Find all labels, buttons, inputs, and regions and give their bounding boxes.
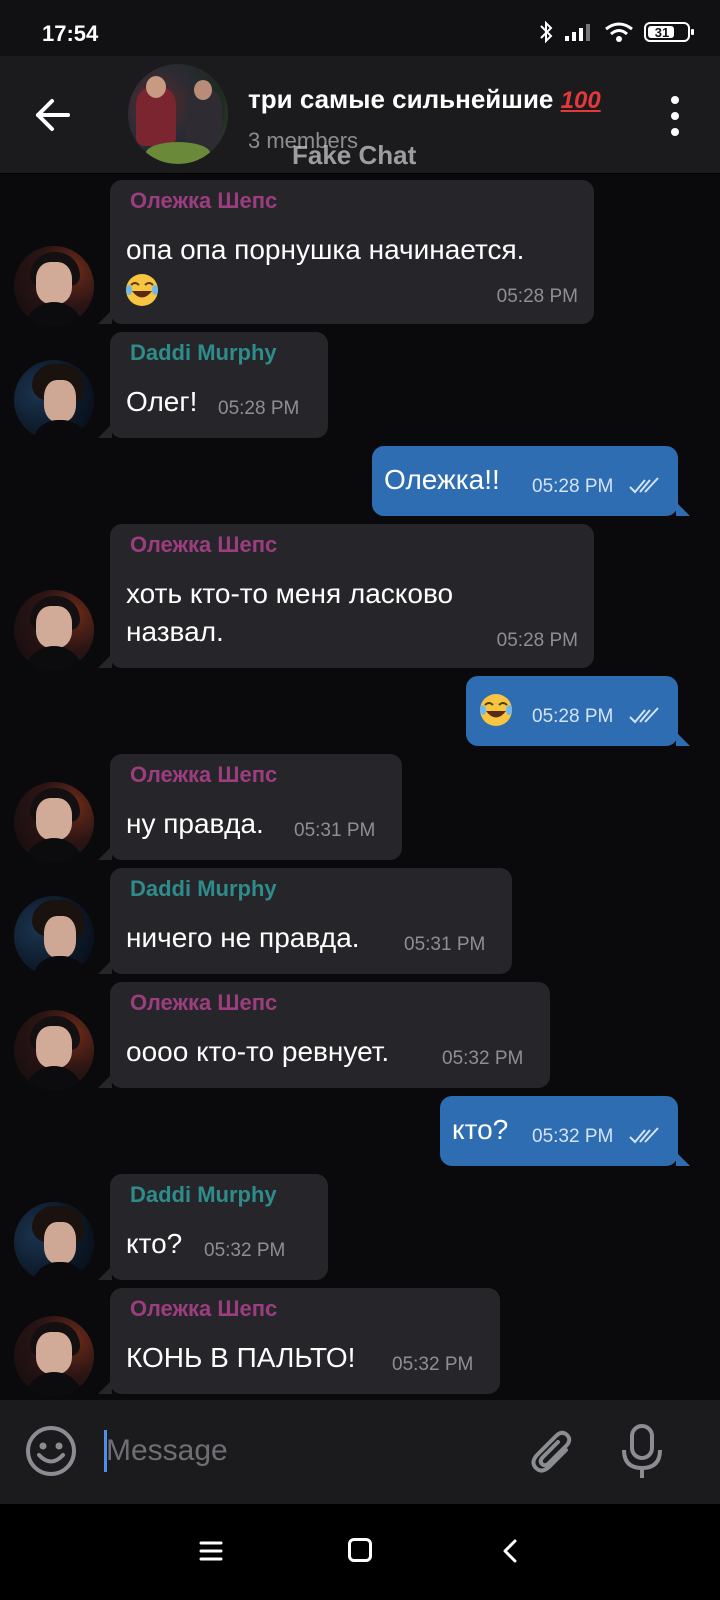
- message-time: 05:28 PM: [218, 398, 300, 419]
- laughing-emoji-icon: [126, 274, 158, 306]
- nav-back-icon[interactable]: [502, 1538, 518, 1564]
- avatar-oleg[interactable]: [14, 246, 94, 326]
- sender-name[interactable]: Олежка Шепс: [130, 762, 277, 788]
- message-text: кто?: [126, 1228, 183, 1259]
- message-time: 05:28 PM: [532, 706, 614, 727]
- battery-level: 31: [654, 24, 670, 40]
- message-text: ничего не правда.: [126, 922, 360, 953]
- nav-home-icon[interactable]: [348, 1538, 372, 1562]
- message-text-line-2: назвал.: [126, 616, 224, 647]
- message-bubble[interactable]: Daddi Murphy кто? 05:32 PM: [98, 1174, 328, 1280]
- avatar-oleg[interactable]: [14, 782, 94, 862]
- message-text: Олег!: [126, 386, 198, 417]
- sender-name[interactable]: Олежка Шепс: [130, 990, 277, 1016]
- avatar-oleg[interactable]: [14, 590, 94, 670]
- laughing-emoji-icon: [480, 694, 512, 726]
- sender-name[interactable]: Олежка Шепс: [130, 532, 277, 558]
- smile-icon[interactable]: [24, 1424, 78, 1478]
- message-input[interactable]: [106, 1428, 486, 1474]
- message-time: 05:28 PM: [496, 286, 578, 307]
- message-text-line-1: хоть кто-то меня ласково: [126, 578, 454, 609]
- nav-menu-icon[interactable]: [198, 1540, 224, 1562]
- chat-title-text: три самые сильнейшие: [248, 84, 554, 114]
- double-check-icon: [629, 707, 659, 724]
- avatar-daddi[interactable]: [14, 896, 94, 976]
- system-nav-bar: [0, 1504, 720, 1600]
- avatar-daddi[interactable]: [14, 360, 94, 440]
- sender-name[interactable]: Daddi Murphy: [130, 340, 277, 366]
- sender-name[interactable]: Daddi Murphy: [130, 1182, 277, 1208]
- message-time: 05:32 PM: [442, 1048, 524, 1069]
- message-bubble[interactable]: Олежка Шепс опа опа порнушка начинается.…: [98, 180, 594, 324]
- chat-header: три самые сильнейшие 100 3 members Fake …: [0, 56, 720, 174]
- battery-icon: 31: [644, 22, 694, 42]
- message-bubble[interactable]: Олежка Шепс КОНЬ В ПАЛЬТО! 05:32 PM: [98, 1288, 500, 1394]
- message-time: 05:32 PM: [204, 1240, 286, 1261]
- sender-name[interactable]: Олежка Шепс: [130, 188, 277, 214]
- message-time: 05:32 PM: [532, 1126, 614, 1147]
- back-arrow-icon[interactable]: [30, 92, 76, 138]
- status-bar: 17:54 31: [0, 0, 720, 56]
- message-text: Олежка!!: [384, 464, 500, 495]
- message-bubble-outgoing[interactable]: Олежка!! 05:28 PM: [372, 446, 690, 516]
- message-composer: [0, 1400, 720, 1504]
- mic-icon[interactable]: [620, 1422, 664, 1482]
- message-time: 05:28 PM: [532, 476, 614, 497]
- message-bubble[interactable]: Олежка Шепс хоть кто-то меня ласково наз…: [98, 524, 594, 668]
- message-bubble[interactable]: Daddi Murphy Олег! 05:28 PM: [98, 332, 328, 438]
- sender-name[interactable]: Daddi Murphy: [130, 876, 277, 902]
- wifi-icon: [605, 22, 633, 42]
- message-time: 05:28 PM: [496, 630, 578, 651]
- message-bubble[interactable]: Daddi Murphy ничего не правда. 05:31 PM: [98, 868, 512, 974]
- more-vert-icon[interactable]: [668, 96, 682, 136]
- message-time: 05:32 PM: [392, 1354, 474, 1375]
- bluetooth-icon: [540, 20, 553, 44]
- double-check-icon: [629, 477, 659, 494]
- group-avatar[interactable]: [128, 64, 228, 164]
- chat-title[interactable]: три самые сильнейшие 100: [248, 84, 601, 115]
- message-time: 05:31 PM: [294, 820, 376, 841]
- double-check-icon: [629, 1127, 659, 1144]
- message-text: кто?: [452, 1114, 509, 1145]
- avatar-oleg[interactable]: [14, 1316, 94, 1396]
- status-time: 17:54: [42, 21, 99, 46]
- message-time: 05:31 PM: [404, 934, 486, 955]
- attach-icon[interactable]: [526, 1426, 578, 1480]
- avatar-daddi[interactable]: [14, 1202, 94, 1282]
- message-bubble-outgoing[interactable]: кто? 05:32 PM: [440, 1096, 690, 1166]
- message-bubble[interactable]: Олежка Шепс оооо кто-то ревнует. 05:32 P…: [98, 982, 550, 1088]
- sender-name[interactable]: Олежка Шепс: [130, 1296, 277, 1322]
- status-icons: 31: [538, 20, 694, 44]
- message-bubble-outgoing[interactable]: 05:28 PM: [466, 676, 690, 746]
- message-bubble[interactable]: Олежка Шепс ну правда. 05:31 PM: [98, 754, 402, 860]
- message-text: оооо кто-то ревнует.: [126, 1036, 390, 1067]
- message-text: опа опа порнушка начинается.: [126, 234, 525, 265]
- watermark: Fake Chat: [292, 140, 417, 170]
- hundred-points-emoji: 100: [560, 87, 601, 114]
- message-text: ну правда.: [126, 808, 264, 839]
- signal-icon: [565, 24, 590, 41]
- avatar-oleg[interactable]: [14, 1010, 94, 1090]
- message-text: КОНЬ В ПАЛЬТО!: [126, 1342, 356, 1373]
